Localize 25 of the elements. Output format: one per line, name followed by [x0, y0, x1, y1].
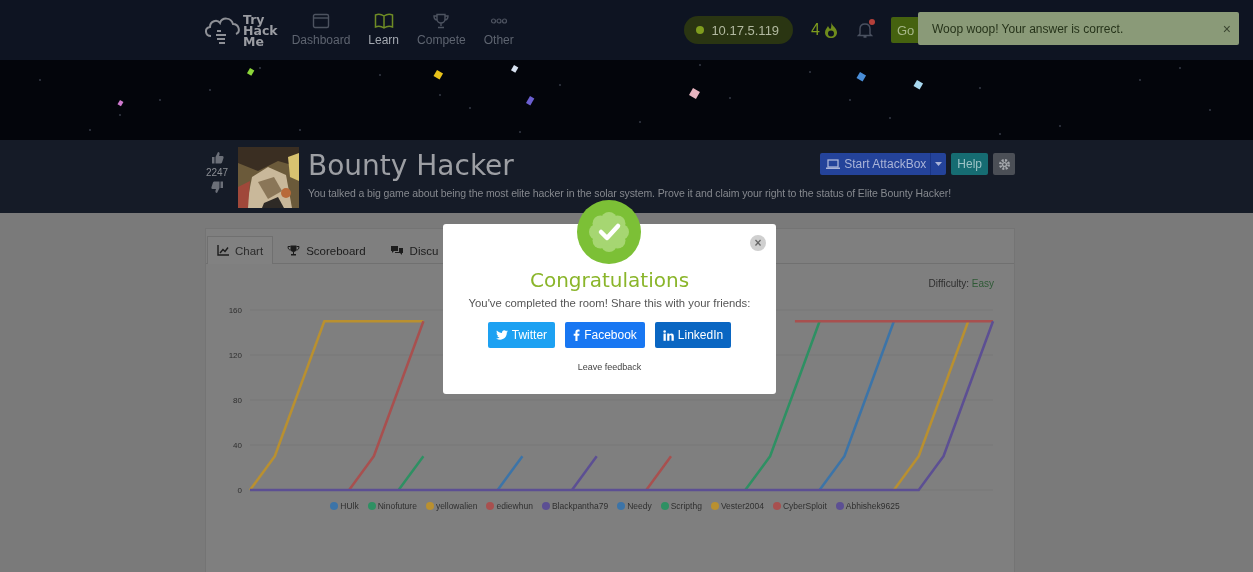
- legend-label: Blackpantha79: [551, 501, 609, 511]
- upvote-count: 2247: [205, 167, 229, 178]
- legend-label: Scripthg: [670, 501, 702, 511]
- y-axis-tick: 40: [233, 441, 242, 450]
- room-title: Bounty Hacker: [308, 148, 514, 184]
- y-axis-tick: 80: [233, 396, 242, 405]
- difficulty-value: Easy: [971, 278, 994, 289]
- modal-title: Congratulations: [529, 268, 690, 292]
- y-axis-tick: 160: [228, 306, 242, 315]
- modal-message: You've completed the room! Share this with your friends:: [468, 297, 751, 309]
- legend-label: yellowalien: [435, 501, 478, 511]
- toast-message: Woop woop! Your answer is correct.: [932, 21, 1124, 36]
- difficulty-label: Difficulty:: [928, 278, 969, 289]
- legend-label: Vester2004: [720, 501, 764, 511]
- legend-label: Ninofuture: [377, 501, 417, 511]
- legend-label: Abhishek9625: [845, 501, 900, 511]
- legend-label: CyberSploit: [782, 501, 827, 511]
- legend-label: ediewhun: [496, 501, 533, 511]
- room-description: You talked a big game about being the most elite hacker in the solar system. Prove it and claim your right to the status of Elite Bounty Hacker!: [308, 187, 952, 199]
- streak-count: 4: [811, 21, 820, 39]
- y-axis-tick: 120: [228, 351, 242, 360]
- logo-text: Try Hack Me: [243, 13, 278, 47]
- legend-label: Needy: [627, 501, 652, 511]
- ip-address-pill: 10.17.5.119: [684, 16, 794, 44]
- legend-label: HUlk: [340, 501, 359, 511]
